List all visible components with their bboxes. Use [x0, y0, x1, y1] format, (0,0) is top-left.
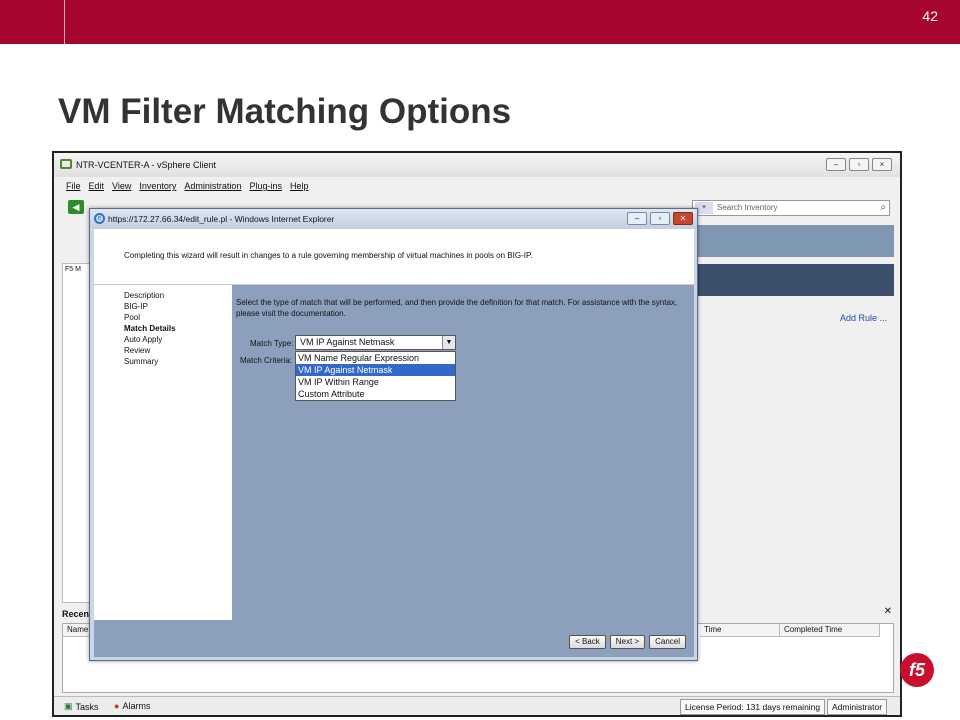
menu-bar: File Edit View Inventory Administration … — [66, 181, 308, 191]
step-bigip: BIG-IP — [124, 302, 149, 311]
tasks-tab[interactable]: ▣ Tasks — [64, 701, 99, 712]
cancel-button[interactable]: Cancel — [649, 635, 686, 649]
match-type-dropdown: VM Name Regular Expression VM IP Against… — [295, 351, 456, 401]
match-type-label: Match Type: — [250, 339, 294, 348]
wizard-header: Completing this wizard will result in ch… — [94, 229, 694, 285]
menu-plugins[interactable]: Plug-ins — [249, 181, 282, 191]
step-review: Review — [124, 346, 151, 355]
alarm-icon: ● — [114, 701, 120, 711]
slide-number: 42 — [922, 8, 938, 24]
inventory-tree[interactable]: F5 M — [62, 263, 92, 603]
ie-minimize-button[interactable]: – — [627, 212, 647, 225]
match-type-select[interactable]: VM IP Against Netmask ▼ — [295, 335, 456, 350]
ie-browser-icon: e — [94, 213, 105, 224]
vsphere-window-title: NTR-VCENTER-A - vSphere Client — [76, 160, 217, 170]
minimize-button[interactable]: – — [826, 158, 846, 171]
recent-tasks-label: Recen — [62, 609, 90, 619]
license-status: License Period: 131 days remaining — [680, 699, 826, 715]
toolbar-panel — [694, 225, 894, 257]
back-button[interactable]: < Back — [569, 635, 606, 649]
menu-administration[interactable]: Administration — [184, 181, 241, 191]
search-icon[interactable]: ⌕ — [880, 201, 886, 215]
option-vm-name-regex[interactable]: VM Name Regular Expression — [296, 352, 455, 364]
ie-maximize-button[interactable]: ▫ — [650, 212, 670, 225]
ie-window-title: https://172.27.66.34/edit_rule.pl - Wind… — [108, 214, 335, 224]
user-status: Administrator — [827, 699, 888, 715]
menu-edit[interactable]: Edit — [89, 181, 105, 191]
search-inventory-input[interactable]: ▾ Search Inventory ⌕ — [692, 200, 890, 216]
option-custom-attribute[interactable]: Custom Attribute — [296, 388, 455, 400]
step-summary: Summary — [124, 357, 159, 366]
wizard-instructions: Select the type of match that will be pe… — [236, 298, 678, 318]
next-button[interactable]: Next > — [609, 635, 646, 649]
column-header-time[interactable]: Time — [700, 624, 780, 637]
wizard-message: Completing this wizard will result in ch… — [124, 251, 533, 260]
wizard-steps: Description BIG-IP Pool Match Details Au… — [94, 285, 232, 620]
alarms-tab[interactable]: ● Alarms — [114, 701, 150, 711]
add-rule-link[interactable]: Add Rule ... — [840, 313, 887, 323]
maximize-button[interactable]: ▫ — [849, 158, 869, 171]
column-header-completed[interactable]: Completed Time — [780, 624, 880, 637]
banner-divider — [64, 0, 65, 44]
tree-item-f5[interactable]: F5 M — [65, 266, 81, 273]
wizard-body: Description BIG-IP Pool Match Details Au… — [94, 285, 694, 657]
slide-title: VM Filter Matching Options — [58, 92, 512, 131]
step-match-details: Match Details — [124, 324, 176, 333]
step-description: Description — [124, 291, 165, 300]
search-placeholder: Search Inventory — [717, 203, 778, 212]
top-banner: 42 — [0, 0, 960, 44]
step-pool: Pool — [124, 313, 141, 322]
ie-titlebar: e https://172.27.66.34/edit_rule.pl - Wi… — [90, 209, 697, 229]
ie-content: Completing this wizard will result in ch… — [94, 229, 694, 657]
menu-view[interactable]: View — [112, 181, 131, 191]
alarms-label: Alarms — [122, 701, 151, 711]
close-button[interactable]: × — [872, 158, 892, 171]
match-type-value: VM IP Against Netmask — [300, 337, 395, 347]
close-icon[interactable]: ✕ — [884, 606, 892, 617]
ie-close-button[interactable]: ✕ — [673, 212, 693, 225]
menu-help[interactable]: Help — [290, 181, 309, 191]
option-vm-ip-netmask[interactable]: VM IP Against Netmask — [296, 364, 455, 376]
back-arrow-icon[interactable]: ◀ — [68, 200, 84, 214]
chevron-down-icon[interactable]: ▼ — [442, 336, 455, 349]
match-criteria-label: Match Criteria: — [240, 356, 293, 365]
step-auto-apply: Auto Apply — [124, 335, 163, 344]
tasks-icon: ▣ — [64, 701, 73, 711]
tasks-label: Tasks — [75, 701, 99, 712]
vsphere-app-icon — [60, 159, 72, 169]
status-bar: ▣ Tasks ● Alarms License Period: 131 day… — [54, 696, 900, 715]
vsphere-screenshot: NTR-VCENTER-A - vSphere Client – ▫ × Fil… — [52, 151, 902, 717]
vsphere-titlebar: NTR-VCENTER-A - vSphere Client – ▫ × — [54, 153, 900, 177]
option-vm-ip-range[interactable]: VM IP Within Range — [296, 376, 455, 388]
ie-dialog: e https://172.27.66.34/edit_rule.pl - Wi… — [89, 208, 698, 661]
menu-file[interactable]: File — [66, 181, 81, 191]
plugin-header-panel — [694, 264, 894, 296]
menu-inventory[interactable]: Inventory — [139, 181, 176, 191]
f5-logo: f5 — [900, 653, 934, 687]
